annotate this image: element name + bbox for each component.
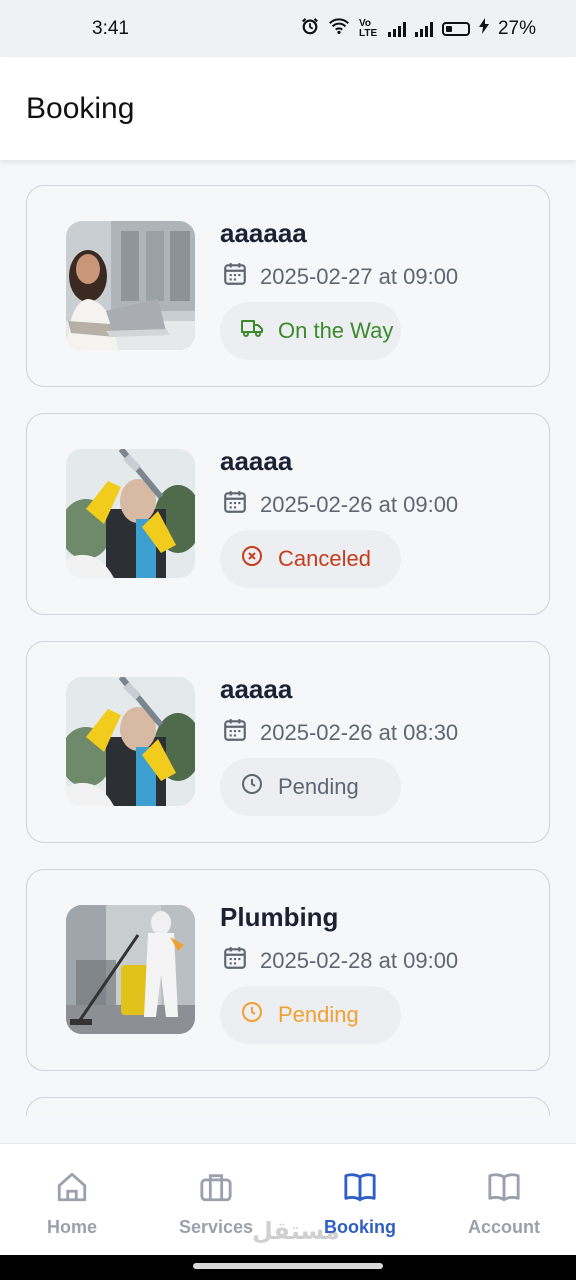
- booking-card[interactable]: aaaaa 2025-02-26 at 08:30 Pending: [26, 641, 550, 843]
- nav-home[interactable]: Home: [0, 1144, 144, 1256]
- booking-date-row: 2025-02-26 at 08:30: [222, 717, 458, 749]
- watermark: مستقل: [252, 1217, 340, 1245]
- status-label: Pending: [278, 774, 359, 799]
- booking-date-row: 2025-02-28 at 09:00: [222, 945, 458, 977]
- system-navigation-bar: [0, 1255, 576, 1280]
- window-cleaning-photo: [66, 449, 195, 578]
- battery-percent: 27%: [497, 17, 536, 39]
- briefcase-icon: [198, 1170, 234, 1209]
- x-circle-icon: [240, 544, 264, 574]
- booking-card[interactable]: Plumbing 2025-02-28 at 09:00 Pending: [26, 869, 550, 1071]
- booking-date: 2025-02-26 at 08:30: [260, 720, 459, 745]
- page-title: Booking: [26, 91, 135, 125]
- book-icon: [487, 1170, 521, 1209]
- status-badge: Canceled: [220, 530, 401, 588]
- book-icon: [343, 1170, 377, 1209]
- signal-icon: [387, 21, 406, 37]
- calendar-icon: [222, 489, 248, 521]
- home-indicator[interactable]: [193, 1263, 383, 1269]
- booking-title: aaaaaa: [220, 218, 307, 248]
- wifi-icon: [328, 17, 350, 41]
- booking-date: 2025-02-27 at 09:00: [260, 264, 459, 289]
- signal-roaming-icon: [414, 21, 433, 37]
- status-badge: Pending: [220, 758, 401, 816]
- status-label: On the Way: [278, 318, 394, 343]
- nav-label: Account: [468, 1217, 540, 1237]
- booking-date-row: 2025-02-26 at 09:00: [222, 489, 458, 521]
- alarm-icon: [301, 17, 319, 41]
- booking-title: aaaaa: [220, 446, 293, 476]
- nav-label: Home: [46, 1217, 97, 1237]
- booking-title: aaaaa: [220, 674, 293, 704]
- booking-date-row: 2025-02-27 at 09:00: [222, 261, 458, 293]
- status-badge: Pending: [220, 986, 401, 1044]
- home-icon: [55, 1170, 89, 1209]
- nav-account[interactable]: Account: [432, 1144, 576, 1256]
- calendar-icon: [222, 717, 248, 749]
- clock-icon: [240, 772, 264, 802]
- battery-icon: [441, 21, 470, 36]
- booking-card[interactable]: aaaaaa 2025-02-27 at 09:00 On the Way: [26, 185, 550, 387]
- booking-card[interactable]: aaaaa 2025-02-26 at 09:00 Canceled: [26, 413, 550, 615]
- charging-icon: [478, 17, 489, 40]
- calendar-icon: [222, 261, 248, 293]
- calendar-icon: [222, 945, 248, 977]
- booking-title: Plumbing: [220, 902, 339, 932]
- booking-list[interactable]: aaaaaa 2025-02-27 at 09:00 On the Way aa…: [0, 160, 576, 1116]
- bottom-navigation: Home Services Booking Account مستقل: [0, 1143, 576, 1256]
- nav-label: Services: [178, 1217, 254, 1237]
- status-icons: Vo LTE 27%: [301, 17, 536, 41]
- app-header: Booking: [0, 57, 576, 160]
- status-time: 3:41: [92, 17, 129, 39]
- status-label: Pending: [278, 1002, 359, 1027]
- vacuum-cleaning-photo: [66, 905, 195, 1034]
- status-label: Canceled: [278, 546, 371, 571]
- status-bar: 3:41 Vo LTE 27%: [0, 0, 576, 57]
- booking-date: 2025-02-28 at 09:00: [260, 948, 459, 973]
- booking-card[interactable]: [26, 1097, 550, 1116]
- truck-icon: [240, 316, 264, 346]
- volte-icon: Vo LTE: [358, 17, 378, 39]
- clock-icon: [240, 1000, 264, 1030]
- status-badge: On the Way: [220, 302, 401, 360]
- woman-laptop-photo: [66, 221, 195, 350]
- booking-date: 2025-02-26 at 09:00: [260, 492, 459, 517]
- window-cleaning-photo: [66, 677, 195, 806]
